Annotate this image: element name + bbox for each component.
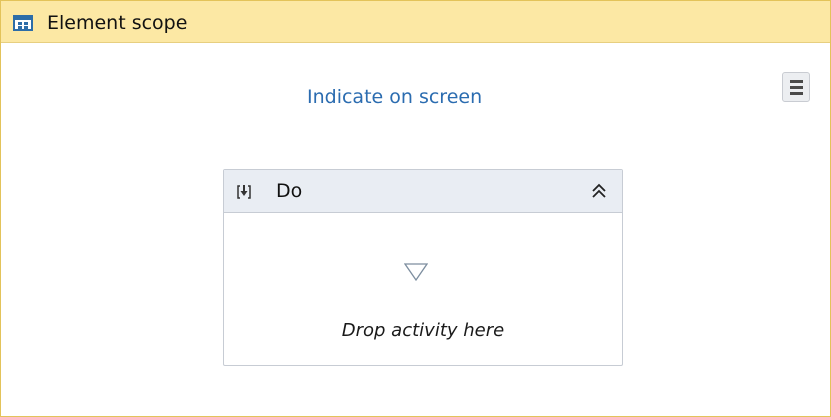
hamburger-menu-icon[interactable] <box>782 72 810 102</box>
activity-header[interactable]: Element scope <box>1 1 830 43</box>
element-scope-icon <box>13 15 33 31</box>
do-header[interactable]: Do <box>224 170 622 213</box>
drop-activity-placeholder[interactable]: Drop activity here <box>224 320 622 342</box>
do-title: Do <box>276 180 303 202</box>
double-chevron-up-icon[interactable] <box>590 182 608 200</box>
sequence-icon <box>237 185 251 199</box>
activity-title: Element scope <box>47 12 188 34</box>
indicate-on-screen-link[interactable]: Indicate on screen <box>307 85 482 109</box>
drop-triangle-icon <box>404 263 428 281</box>
do-sequence-container[interactable]: Do Drop activity here <box>223 169 623 366</box>
element-scope-activity[interactable]: Element scope Indicate on screen Do Drop… <box>0 0 831 417</box>
